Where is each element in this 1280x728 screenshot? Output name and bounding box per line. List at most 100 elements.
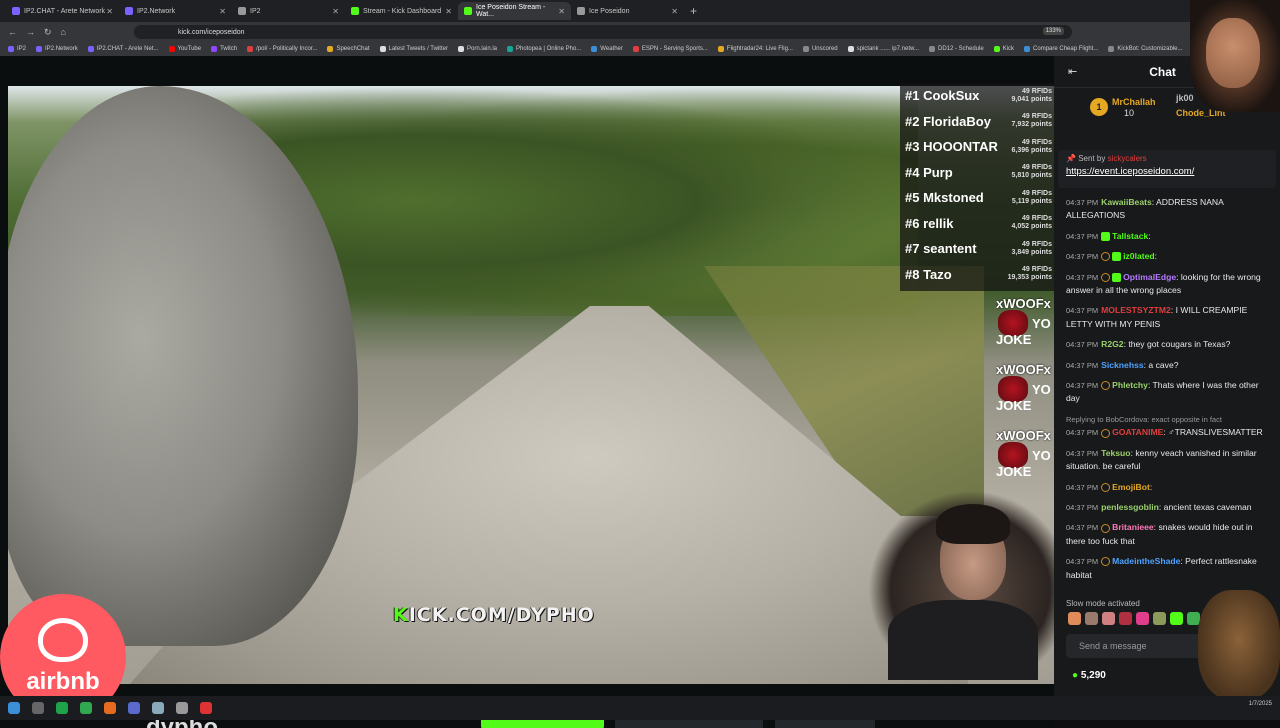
pinned-sender[interactable]: sickycalers [1108,154,1147,163]
close-tab-icon[interactable]: ✕ [219,7,226,16]
bookmark-item[interactable]: DD12 - Schedule [929,46,984,52]
emote[interactable] [1136,612,1149,625]
new-tab-button[interactable]: + [690,4,697,18]
firefox-icon[interactable] [104,702,116,714]
bookmark-item[interactable]: Kick [993,46,1014,52]
message-user[interactable]: Teksuo [1101,448,1130,458]
message-user[interactable]: R2G2 [1101,339,1123,349]
close-tab-icon[interactable]: ✕ [671,7,678,16]
bookmark-favicon-icon [168,46,175,52]
airbnb-text: airbnb [26,668,100,695]
bookmark-item[interactable]: Porn.lain.la [457,46,497,52]
message-user[interactable]: Phletchy [1112,380,1148,390]
verified-badge-icon [1101,482,1111,492]
message-user[interactable]: Tallstack [1112,231,1148,241]
tab-title: Ice Poseidon Stream - Wat... [476,4,546,18]
message-user[interactable]: Sicknehss [1101,360,1144,370]
settings-icon[interactable] [176,702,188,714]
emote[interactable] [1102,612,1115,625]
bookmark-item[interactable]: Photopea | Online Pho... [507,46,581,52]
bookmark-item[interactable]: Flightradar24: Live Flig... [717,46,793,52]
windows-start-icon[interactable] [8,702,20,714]
taskbar-app-icon[interactable] [80,702,92,714]
bookmark-item[interactable]: Twitch [211,46,237,52]
message-user[interactable]: MadeintheShade [1112,556,1180,566]
emote[interactable] [1085,612,1098,625]
emote[interactable] [1068,612,1081,625]
message-user[interactable]: EmojiBot [1112,482,1150,492]
top-gifter-name[interactable]: MrChallah [1112,97,1156,107]
back-icon[interactable]: ← [8,27,17,37]
browser-tab[interactable]: IP2.CHAT - Arete Network ✕ [6,2,119,20]
close-tab-icon[interactable]: ✕ [445,7,452,16]
browser-tab[interactable]: Stream - Kick Dashboard ✕ [345,2,458,20]
zoom-indicator[interactable]: 133% [1042,27,1064,35]
browser-tab[interactable]: Ice Poseidon Stream - Wat... ✕ [458,2,571,20]
chat-input[interactable]: Send a message [1066,634,1216,658]
bookmark-item[interactable]: Compare Cheap Flight... [1024,46,1098,52]
home-icon[interactable]: ⌂ [61,27,66,37]
message-text: : ancient texas caveman [1158,501,1252,512]
leaderboard-name: #6 rellik [905,215,954,231]
message-user[interactable]: GOATANIME [1112,427,1163,437]
channel-points[interactable]: ● 5,290 [1072,670,1106,681]
steam-icon[interactable] [152,702,164,714]
chat-title: Chat [1149,64,1176,79]
reload-icon[interactable]: ↻ [44,27,52,38]
taskbar-app-icon[interactable] [56,702,68,714]
emote[interactable] [1153,612,1166,625]
bookmarks-bar: IP2 IP2.Network IP2.CHAT - Arete Net... You… [0,42,1280,56]
forward-icon[interactable]: → [26,27,35,37]
leaderboard-name: #8 Tazo [905,266,952,282]
search-icon[interactable] [32,702,44,714]
emote[interactable] [1170,612,1183,625]
bookmark-item[interactable]: Latest Tweets / Twitter [379,46,448,52]
browser-tab[interactable]: IP2.Network ✕ [119,2,232,20]
leaderboard-rfids: 49 RFIDs [1022,189,1052,197]
bookmark-item[interactable]: ESPN - Serving Sports... [632,46,708,52]
second-gifter-name[interactable]: jk00 [1176,93,1194,103]
close-tab-icon[interactable]: ✕ [332,7,339,16]
address-bar[interactable]: kick.com/iceposeidon 133% [134,25,1072,39]
bookmark-item[interactable]: spictank ...... ip7.netw... [847,46,919,52]
close-tab-icon[interactable]: ✕ [558,7,565,16]
message-user[interactable]: MOLESTSYZTM2 [1101,305,1171,315]
chat-message: 04:37 PM Britanieee: snakes would hide ou… [1066,521,1272,548]
obs-icon[interactable] [200,702,212,714]
message-user[interactable]: Britanieee [1112,522,1154,532]
message-user[interactable]: penlessgoblin [1101,502,1159,512]
message-user[interactable]: KawaiiBeats [1101,197,1152,207]
taskbar-app-icon[interactable] [128,702,140,714]
chat-message: 04:37 PM iz0lated: [1066,250,1272,263]
leaderboard-stats: 49 RFIDs 9,041 points [1012,88,1052,104]
bookmark-favicon-icon [847,46,854,52]
bookmark-item[interactable]: SpeechChat [327,46,370,52]
bookmark-item[interactable]: /pol/ - Politically Incor... [247,46,317,52]
bookmark-item[interactable]: Unscored [802,46,838,52]
message-time: 04:37 PM [1066,340,1099,350]
message-user[interactable]: iz0lated [1123,251,1155,261]
bookmark-label: YouTube [177,46,202,52]
bookmark-favicon-icon [1108,46,1115,52]
leaderboard-points: 6,396 points [1011,146,1052,154]
pinned-message: 📌 Sent by sickycalers https://event.icep… [1058,150,1276,188]
browser-tab[interactable]: IP2 ✕ [232,2,345,20]
pinned-link[interactable]: https://event.iceposeidon.com/ [1066,166,1268,177]
bookmark-item[interactable]: KickBot: Customizable... [1108,46,1182,52]
message-time: 04:37 PM [1066,231,1099,241]
bookmark-item[interactable]: IP2.CHAT - Arete Net... [87,46,159,52]
bookmark-item[interactable]: YouTube [168,46,202,52]
bookmark-item[interactable]: IP2.Network [36,46,78,52]
collapse-chat-icon[interactable]: ⇤ [1068,65,1077,78]
emote[interactable] [1119,612,1132,625]
browser-tab[interactable]: Ice Poseidon ✕ [571,2,684,20]
bookmark-item[interactable]: IP2 [8,46,26,52]
bookmark-item[interactable]: Weather [591,46,623,52]
chat-message: 04:37 PM R2G2: they got cougars in Texas? [1066,338,1272,351]
close-tab-icon[interactable]: ✕ [106,7,113,16]
chat-message: 04:37 PM MOLESTSYZTM2: I WILL CREAMPIE LE… [1066,304,1272,331]
bookmark-favicon-icon [457,46,464,52]
tab-title: IP2 [250,7,261,15]
message-user[interactable]: OptimalEdge [1123,272,1176,282]
message-text: : [1148,230,1151,241]
